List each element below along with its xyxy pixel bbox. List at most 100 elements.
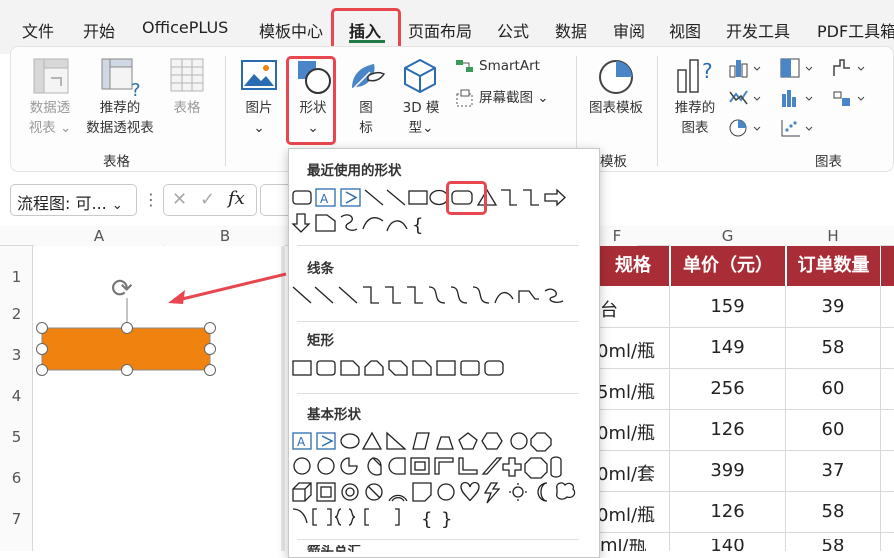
table-icon[interactable] [170,58,204,96]
rectangles-row[interactable] [291,357,587,381]
picture-icon[interactable] [241,60,277,94]
stats-chart-icon[interactable] [780,88,814,112]
template-group-name: 模板 [600,154,627,170]
formula-input[interactable] [260,184,290,216]
waterfall-chart-icon[interactable] [832,58,866,82]
screenshot-icon[interactable] [455,88,475,112]
menu-data[interactable]: 数据 [555,18,587,42]
combo-chart-icon[interactable] [832,88,866,112]
row-header[interactable]: 5 [0,428,33,446]
table-cell-qty[interactable]: 60 [786,378,880,399]
basic-shapes-heading: 基本形状 [307,407,361,423]
column-header-b[interactable]: B [165,226,285,246]
table-cell-price[interactable]: 256 [670,378,785,399]
ribbon-separator [657,56,658,166]
line-chart-icon[interactable] [728,88,762,112]
table-header-qty[interactable]: 订单数量 [786,246,880,286]
table-cell-price[interactable]: 126 [670,501,785,522]
recent-shapes-row[interactable]: A { [291,187,587,237]
table-cell-qty[interactable]: 58 [786,539,880,551]
gridline [597,491,894,492]
basic-shapes-grid[interactable]: A { } [291,431,587,529]
menu-pdf-tools[interactable]: PDF工具箱 [817,18,894,42]
recommended-chart-icon[interactable]: ? [676,56,718,98]
row-header[interactable]: 1 [0,268,33,286]
table-cell-price[interactable]: 126 [670,419,785,440]
chart-template-label[interactable]: 图表模板 [585,98,647,118]
insert-function-button[interactable]: fx [228,188,245,209]
menu-developer[interactable]: 开发工具 [726,18,790,42]
picture-label[interactable]: 图片 ⌄ [240,98,278,138]
menu-officeplus[interactable]: OfficePLUS [142,18,228,37]
table-header-spec[interactable]: 规格 [597,246,669,286]
table-cell-spec[interactable]: 台 [600,296,668,322]
scatter-chart-icon[interactable] [780,118,814,142]
more-options-icon[interactable]: ⋮ [143,190,159,209]
table-cell-price[interactable]: 399 [670,460,785,481]
menu-page-layout[interactable]: 页面布局 [408,18,472,42]
table-cell-spec[interactable]: 0ml/瓶 [597,419,669,445]
table-cell-spec[interactable]: 0ml/套 [597,460,669,486]
resize-handle [204,322,216,334]
table-header-price[interactable]: 单价（元） [670,246,785,286]
table-cell-spec[interactable]: 5ml/瓶 [597,378,669,404]
recommended-pivot-icon[interactable]: ? [101,58,143,102]
table-cell-qty[interactable]: 58 [786,337,880,358]
pivot-table-icon[interactable] [33,58,69,100]
icons-label[interactable]: 图标 [348,98,384,138]
name-box[interactable]: 流程图: 可... ⌄ [10,184,137,216]
chart-template-icon[interactable] [597,58,635,100]
shape-brace: { [412,215,423,236]
recent-shapes-heading: 最近使用的形状 [307,163,402,179]
menu-review[interactable]: 审阅 [613,18,645,42]
table-cell-price[interactable]: 159 [670,296,785,317]
table-cell-spec[interactable]: 0ml/瓶 [597,337,669,363]
hierarchy-chart-icon[interactable] [780,58,814,82]
table-cell-qty[interactable]: 39 [786,296,880,317]
pie-chart-icon[interactable] [728,118,762,142]
row-header[interactable]: 2 [0,305,33,323]
recommended-chart-label[interactable]: 推荐的 图表 [668,98,722,138]
orange-rectangle-shape [41,327,211,371]
table-cell-spec[interactable]: 0ml/瓶 [597,501,669,527]
menu-home[interactable]: 开始 [83,18,115,42]
shape-freeform [340,214,358,231]
row-header[interactable]: 3 [0,346,33,364]
cancel-icon[interactable]: ✕ [172,189,187,210]
table-cell-price[interactable]: 149 [670,337,785,358]
shape-snip-rect [315,214,336,232]
table-cell-price[interactable]: 140 [670,539,785,551]
shape-left-brace: { [421,509,432,529]
column-header-g[interactable]: G [670,226,785,246]
insert-tab-highlight [331,8,401,51]
row-header[interactable]: 7 [0,510,33,528]
3d-model-label[interactable]: 3D 模型⌄ [398,98,444,138]
table-cell-qty[interactable]: 60 [786,419,880,440]
column-header-a[interactable]: A [34,226,164,246]
pivot-table-label[interactable]: 数据透 视表 ⌄ [27,98,73,138]
row-header[interactable]: 4 [0,387,33,405]
table-cell-spec[interactable]: ml/瓶 [600,539,668,551]
table-cell-qty[interactable]: 37 [786,460,880,481]
gridline [880,286,881,551]
shapes-button-highlight [286,56,336,145]
smartart-label[interactable]: SmartArt [479,56,540,76]
shape-rect [408,190,428,205]
column-header-h[interactable]: H [786,226,880,246]
menu-file[interactable]: 文件 [22,18,54,42]
menu-formulas[interactable]: 公式 [497,18,529,42]
icons-icon[interactable] [348,58,386,98]
lines-row[interactable] [291,283,587,309]
screenshot-label[interactable]: 屏幕截图 ⌄ [479,88,549,108]
recommended-pivot-label[interactable]: 推荐的 数据透视表 [80,98,160,138]
3d-model-icon[interactable] [402,58,438,98]
smartart-icon[interactable] [455,58,475,78]
table-label[interactable]: 表格 [165,98,209,118]
menu-template-center[interactable]: 模板中心 [259,18,323,42]
enter-icon[interactable]: ✓ [200,189,215,210]
row-header[interactable]: 6 [0,469,33,487]
column-header-f[interactable]: F [597,226,637,246]
menu-view[interactable]: 视图 [669,18,701,42]
column-chart-icon[interactable] [728,58,762,82]
table-cell-qty[interactable]: 58 [786,501,880,522]
